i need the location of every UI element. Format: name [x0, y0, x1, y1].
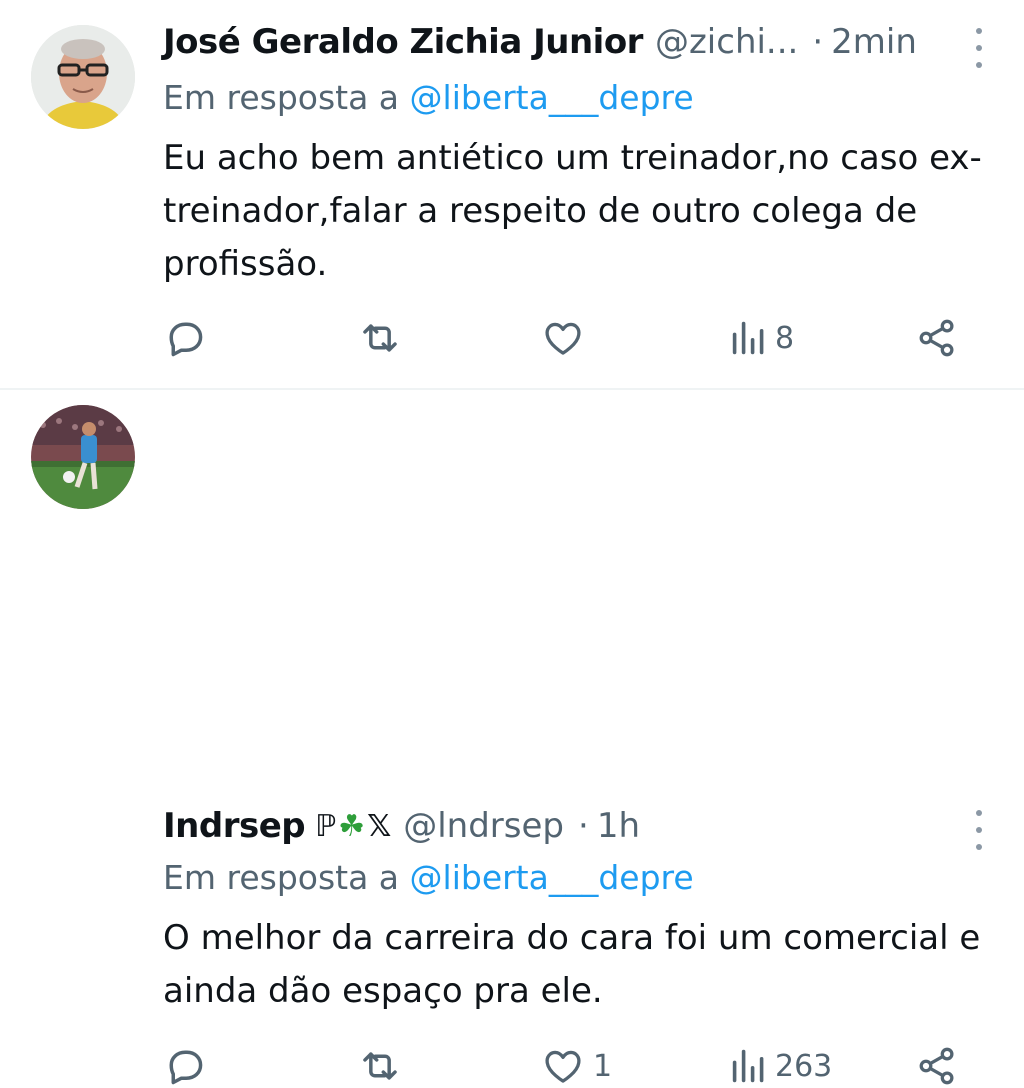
retweet-button[interactable] — [358, 316, 402, 360]
tweet-text: Eu acho bem antiético um treinador,no ca… — [163, 138, 982, 284]
separator-dot: · — [812, 22, 824, 62]
action-bar: 1 263 — [163, 1044, 963, 1088]
heart-icon — [545, 322, 581, 355]
reply-mention-link[interactable]: @liberta___depre — [410, 78, 694, 117]
tweet-1[interactable]: José Geraldo Zichia Junior @zichi... · 2… — [0, 0, 1024, 388]
tweet-header: Indrsep ℙ ☘ 𝕏 @lndrsep · 1h — [163, 804, 954, 848]
timestamp[interactable]: 2min — [831, 22, 917, 62]
analytics-icon — [732, 1049, 764, 1083]
retweet-button[interactable] — [358, 1044, 402, 1088]
more-options-icon[interactable] — [974, 28, 984, 68]
avatar[interactable] — [31, 25, 135, 129]
tweet-text: O melhor da carreira do cara foi um come… — [163, 918, 981, 1011]
p-badge-icon: ℙ — [315, 808, 337, 844]
reply-mention-link[interactable]: @liberta___depre — [410, 858, 694, 897]
analytics-icon — [732, 321, 764, 355]
tweet-header: José Geraldo Zichia Junior @zichi... · 2… — [163, 20, 954, 64]
views-button[interactable]: 8 — [731, 316, 794, 360]
views-button[interactable]: 263 — [731, 1044, 832, 1088]
author-name[interactable]: José Geraldo Zichia Junior — [163, 22, 643, 62]
separator-dot: · — [578, 806, 589, 846]
more-options-icon[interactable] — [974, 810, 984, 850]
x-logo-icon: 𝕏 — [367, 808, 392, 844]
share-icon — [919, 319, 954, 357]
view-count: 8 — [775, 320, 795, 356]
like-count: 1 — [593, 1048, 613, 1084]
author-handle[interactable]: @zichi... — [655, 22, 798, 62]
reply-button[interactable] — [163, 1044, 207, 1088]
reply-context: Em resposta a @liberta___depre — [163, 78, 694, 117]
reply-context: Em resposta a @liberta___depre — [163, 858, 694, 897]
share-button[interactable] — [915, 316, 959, 360]
author-handle[interactable]: @lndrsep — [403, 806, 564, 846]
reply-icon — [169, 1050, 203, 1085]
reply-button[interactable] — [163, 316, 207, 360]
shamrock-icon: ☘ — [338, 808, 366, 844]
heart-icon — [545, 1050, 581, 1083]
view-count: 263 — [775, 1048, 833, 1084]
tweet-2[interactable]: Indrsep ℙ ☘ 𝕏 @lndrsep · 1h Em resposta … — [0, 388, 1024, 1085]
retweet-icon — [363, 1052, 397, 1080]
share-icon — [919, 1047, 954, 1085]
reply-prefix: Em resposta a — [163, 858, 400, 897]
reply-icon — [169, 322, 203, 357]
avatar-image — [31, 405, 135, 509]
share-button[interactable] — [915, 1044, 959, 1088]
author-name[interactable]: Indrsep — [163, 806, 306, 846]
like-button[interactable]: 1 — [541, 1044, 612, 1088]
reply-prefix: Em resposta a — [163, 78, 400, 117]
profile-badges: ℙ ☘ 𝕏 — [315, 809, 391, 844]
avatar[interactable] — [31, 405, 135, 509]
action-bar: 8 — [163, 316, 963, 360]
timestamp[interactable]: 1h — [597, 806, 640, 846]
like-button[interactable] — [541, 316, 593, 360]
avatar-image — [31, 25, 135, 129]
retweet-icon — [363, 324, 397, 352]
